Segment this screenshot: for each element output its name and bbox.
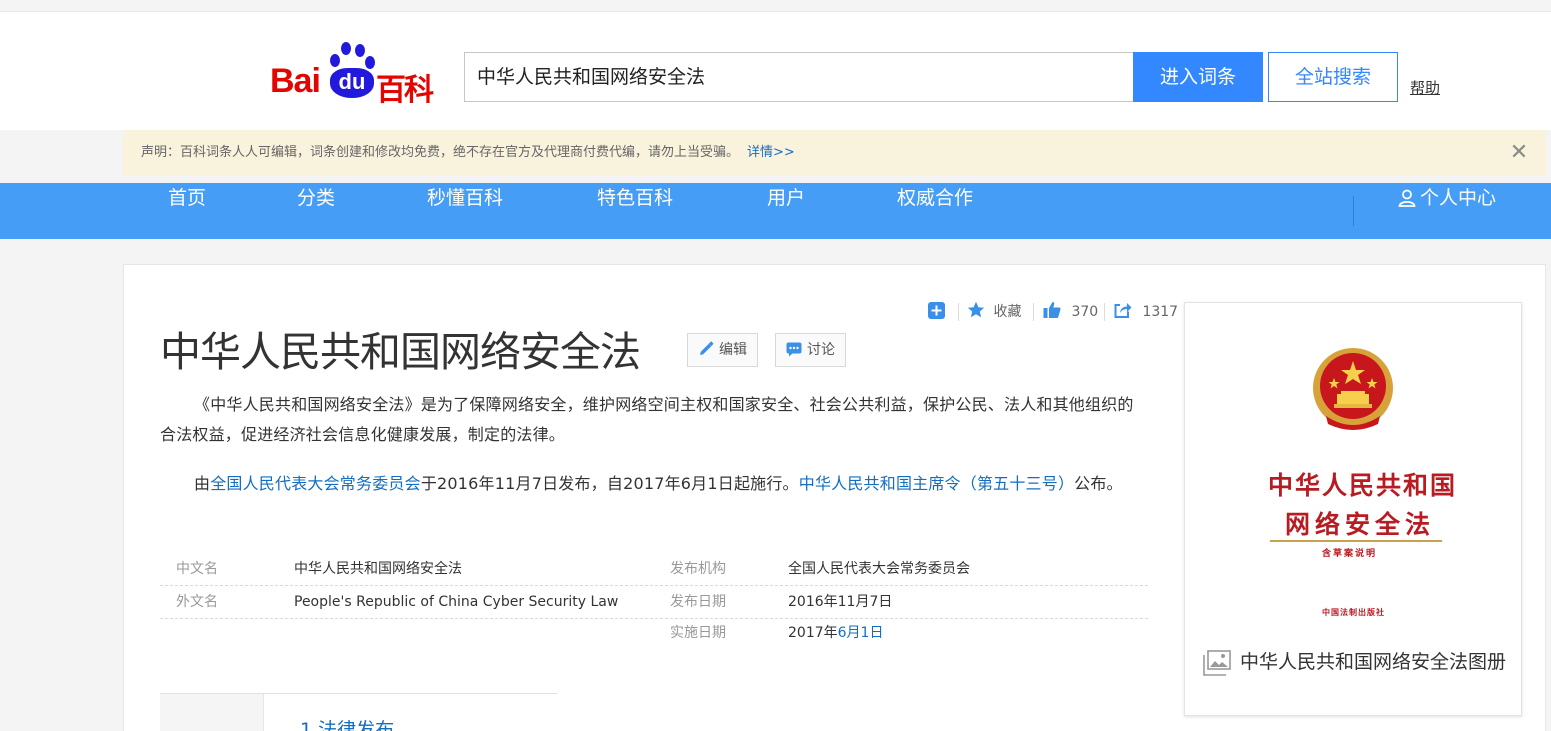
plus-square-icon [928,302,945,319]
cover-subtitle: 含草案说明 [1322,549,1378,559]
add-to-album-button[interactable] [928,300,945,324]
basic-info-row: 实施日期 2017年6月1日 [160,617,1148,650]
close-icon[interactable]: ✕ [1508,142,1530,164]
presidential-order-link[interactable]: 中华人民共和国主席令（第五十三号） [799,474,1074,493]
search-all-button[interactable]: 全站搜索 [1268,52,1398,102]
favorite-label: 收藏 [993,304,1022,320]
cover-title-line1: 中华人民共和国 [1268,471,1458,500]
info-value: 中华人民共和国网络安全法 [294,561,462,577]
info-key: 外文名 [176,594,218,610]
nav-item-cooperation[interactable]: 权威合作 [897,183,973,239]
discuss-button[interactable]: 讨论 [775,333,846,367]
info-value: 2016年11月7日 [788,594,893,610]
info-value: People's Republic of China Cyber Securit… [294,594,619,610]
tools-separator [1104,300,1105,324]
user-center-label: 个人中心 [1420,187,1497,209]
share-count: 1317 [1142,304,1179,320]
like-button[interactable]: 370 [1043,300,1098,324]
main-nav: 首页 分类 秒懂百科 特色百科 用户 权威合作 个人中心 [0,183,1551,239]
nav-item-miaodong[interactable]: 秒懂百科 [427,183,503,239]
baidu-baike-logo[interactable]: Bai du 百科 [268,42,443,108]
favorite-button[interactable]: 收藏 [967,300,1021,324]
cover-publisher: 中国法制出版社 [1322,608,1385,617]
star-icon [967,301,985,318]
notice-banner: 声明：百科词条人人可编辑，词条创建和修改均免费，绝不存在官方及代理商付费代编，请… [123,130,1546,176]
nav-divider [1353,196,1354,226]
info-key: 实施日期 [670,625,726,641]
header-divider [0,11,1551,12]
user-center-link[interactable]: 个人中心 [1398,183,1496,239]
enter-entry-button[interactable]: 进入词条 [1133,52,1263,102]
toc-item[interactable]: 1 法律发布 [300,715,394,731]
nav-item-featured[interactable]: 特色百科 [597,183,673,239]
basic-info-row: 外文名 People's Republic of China Cyber Sec… [160,586,1148,619]
album-caption[interactable]: 中华人民共和国网络安全法图册 [1202,648,1508,676]
paw-toe-icon [341,42,351,55]
discuss-label: 讨论 [807,342,835,358]
info-key: 发布机构 [670,561,726,577]
tools-separator [958,300,959,324]
publish-paragraph: 由全国人民代表大会常务委员会于2016年11月7日发布，自2017年6月1日起施… [160,469,1145,499]
share-icon [1114,303,1132,318]
logo-text-baike: 百科 [376,73,434,108]
national-emblem-icon [1313,348,1393,430]
para-text: 由 [194,474,211,493]
basic-info-row: 中文名 中华人民共和国网络安全法 发布机构 全国人民代表大会常务委员会 [160,553,1148,586]
npc-standing-committee-link[interactable]: 全国人民代表大会常务委员会 [210,474,421,493]
nav-item-home[interactable]: 首页 [168,183,206,239]
cover-title-line2: 网络安全法 [1285,510,1436,539]
info-key: 发布日期 [670,594,726,610]
nav-item-users[interactable]: 用户 [767,183,805,239]
info-value: 2017年6月1日 [788,617,883,650]
chat-bubble-icon [786,337,802,357]
share-button[interactable]: 1317 [1114,300,1178,324]
info-value-text: 2017年 [788,625,838,641]
edit-button[interactable]: 编辑 [687,333,758,367]
paw-toe-icon [365,56,375,69]
nav-item-category[interactable]: 分类 [297,183,335,239]
like-count: 370 [1071,304,1099,320]
info-key: 中文名 [176,561,218,577]
notice-text: 声明：百科词条人人可编辑，词条创建和修改均免费，绝不存在官方及代理商付费代编，请… [141,145,740,160]
para-text: 公布。 [1074,474,1123,493]
para-text: 于2016年11月7日发布，自2017年6月1日起施行。 [420,474,799,493]
edit-label: 编辑 [719,342,747,358]
search-input[interactable]: 中华人民共和国网络安全法 [464,52,1134,102]
info-value: 全国人民代表大会常务委员会 [788,561,970,577]
page-title: 中华人民共和国网络安全法 [160,328,641,376]
pencil-icon [698,337,714,355]
user-icon [1398,189,1416,212]
logo-text-bai: Bai [270,62,321,100]
notice-detail-link[interactable]: 详情>> [747,145,795,160]
paw-toe-icon [330,54,340,67]
toc-sidebar [160,694,264,731]
tools-separator [1033,300,1034,324]
summary-paragraph: 《中华人民共和国网络安全法》是为了保障网络安全，维护网络空间主权和国家安全、社会… [160,395,1134,444]
cover-rule [1270,540,1442,542]
thumbs-up-icon [1043,302,1061,318]
date-link[interactable]: 6月1日 [838,625,884,641]
logo-text-du: du [330,68,374,98]
paw-toe-icon [355,44,365,57]
help-link[interactable]: 帮助 [1410,77,1440,98]
